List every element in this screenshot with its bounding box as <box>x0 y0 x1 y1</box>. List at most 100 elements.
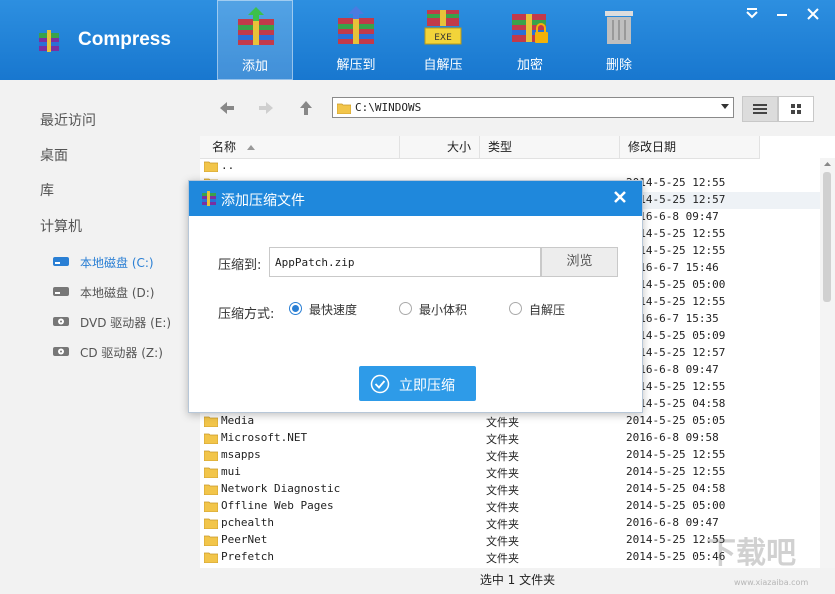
file-type: 文件夹 <box>486 501 519 514</box>
watermark-url: www.xiazaiba.com <box>734 578 809 587</box>
file-name: .. <box>221 159 235 172</box>
browse-button[interactable]: 浏览 <box>541 247 618 277</box>
app-logo-icon <box>39 30 59 52</box>
file-date: 2014-5-25 04:58 <box>626 482 726 495</box>
folder-icon <box>337 103 351 114</box>
address-dropdown-icon[interactable] <box>721 104 729 109</box>
column-name[interactable]: 名称 <box>200 136 400 158</box>
destination-input[interactable]: AppPatch.zip <box>269 247 541 277</box>
file-date: 2014-5-25 12:55 <box>626 465 726 478</box>
file-name: Network Diagnostic <box>221 482 341 495</box>
drive-z-label: CD 驱动器 (Z:) <box>80 346 163 360</box>
file-row[interactable]: Offline Web Pages 文件夹 2014-5-25 05:00 <box>200 498 820 515</box>
compress-now-button[interactable]: 立即压缩 <box>359 366 476 401</box>
folder-icon <box>204 552 218 563</box>
vertical-scrollbar[interactable] <box>820 158 835 568</box>
menu-icon[interactable] <box>744 6 760 22</box>
app-title: Compress <box>78 29 171 50</box>
file-type: 文件夹 <box>486 433 519 446</box>
add-archive-icon <box>238 7 274 45</box>
address-path: C:\WINDOWS <box>355 101 422 114</box>
scrollbar-thumb[interactable] <box>823 172 831 302</box>
file-type: 文件夹 <box>486 467 519 480</box>
dvd-drive-icon <box>53 317 69 326</box>
file-row[interactable]: Microsoft.NET 文件夹 2016-6-8 09:58 <box>200 430 820 447</box>
sidebar-item-computer[interactable]: 计算机 <box>40 216 82 236</box>
file-row[interactable]: msapps 文件夹 2014-5-25 12:55 <box>200 447 820 464</box>
dialog-title-bar: 添加压缩文件 <box>189 181 642 216</box>
file-name: mui <box>221 465 241 478</box>
drive-e-label: DVD 驱动器 (E:) <box>80 316 172 330</box>
file-date: 2014-5-25 05:05 <box>626 414 726 427</box>
address-bar[interactable]: C:\WINDOWS <box>332 97 734 118</box>
dialog-title: 添加压缩文件 <box>221 193 305 209</box>
sort-ascending-icon <box>246 145 255 150</box>
extract-to-label: 解压到 <box>336 58 376 73</box>
file-row[interactable]: mui 文件夹 2014-5-25 12:55 <box>200 464 820 481</box>
extract-to-button[interactable]: 解压到 <box>318 0 394 80</box>
self-extract-label: 自解压 <box>423 58 463 73</box>
encrypt-button[interactable]: 加密 <box>492 0 568 80</box>
navigation-bar: C:\WINDOWS <box>200 80 835 136</box>
folder-icon <box>204 518 218 529</box>
delete-label: 删除 <box>605 58 632 73</box>
svg-text:EXE: EXE <box>434 33 452 43</box>
add-archive-dialog: 添加压缩文件 压缩到: AppPatch.zip 浏览 压缩方式: 最快速度 最… <box>188 180 643 413</box>
column-type[interactable]: 类型 <box>480 136 620 158</box>
file-row[interactable]: Network Diagnostic 文件夹 2014-5-25 04:58 <box>200 481 820 498</box>
close-icon[interactable] <box>805 6 821 22</box>
file-name: Prefetch <box>221 550 274 563</box>
folder-icon <box>204 484 218 495</box>
file-type: 文件夹 <box>486 416 519 429</box>
file-date: 2014-5-25 12:55 <box>626 448 726 461</box>
forward-arrow-icon[interactable] <box>256 98 276 118</box>
sidebar-item-recent[interactable]: 最近访问 <box>40 110 96 130</box>
radio-dot <box>289 302 302 315</box>
column-date[interactable]: 修改日期 <box>620 136 760 158</box>
file-name: Microsoft.NET <box>221 431 308 444</box>
folder-icon <box>204 467 218 478</box>
top-toolbar: Compress 添加 解压到 EXE 自解压 加密 删除 <box>0 0 835 80</box>
file-row[interactable]: .. <box>200 158 820 175</box>
folder-icon <box>204 450 218 461</box>
add-button-label: 添加 <box>241 59 268 74</box>
delete-button[interactable]: 删除 <box>581 0 657 80</box>
minimize-icon[interactable] <box>774 6 790 22</box>
scroll-up-icon[interactable] <box>820 159 835 169</box>
add-button[interactable]: 添加 <box>217 0 293 80</box>
self-extract-button[interactable]: EXE 自解压 <box>405 0 481 80</box>
file-type: 文件夹 <box>486 484 519 497</box>
check-circle-icon <box>370 374 390 394</box>
sidebar: 最近访问 桌面 库 计算机 本地磁盘 (C:) 本地磁盘 (D:) DVD 驱动… <box>0 80 200 594</box>
file-type: 文件夹 <box>486 535 519 548</box>
up-arrow-icon[interactable] <box>296 98 316 118</box>
list-view-button[interactable] <box>742 96 778 122</box>
file-name: Offline Web Pages <box>221 499 334 512</box>
column-header: 名称 大小 类型 修改日期 <box>200 136 760 159</box>
list-view-icon <box>753 104 767 114</box>
extract-to-icon <box>338 6 374 44</box>
hard-disk-icon <box>53 287 69 296</box>
sidebar-item-library[interactable]: 库 <box>40 180 54 200</box>
file-type: 文件夹 <box>486 450 519 463</box>
file-name: Media <box>221 414 255 427</box>
dialog-close-icon[interactable] <box>610 187 630 207</box>
hard-disk-icon <box>53 257 69 266</box>
grid-view-icon <box>791 104 801 114</box>
sidebar-item-desktop[interactable]: 桌面 <box>40 145 68 165</box>
cd-drive-icon <box>53 347 69 356</box>
file-row[interactable]: Media 文件夹 2014-5-25 05:05 <box>200 413 820 430</box>
method-label: 压缩方式: <box>218 307 275 322</box>
folder-icon <box>204 501 218 512</box>
file-date: 2014-5-25 05:00 <box>626 499 726 512</box>
back-arrow-icon[interactable] <box>217 98 237 118</box>
file-name: pchealth <box>221 516 274 529</box>
grid-view-button[interactable] <box>778 96 814 122</box>
file-date: 2016-6-8 09:58 <box>626 431 719 444</box>
file-date: 2016-6-8 09:47 <box>626 516 719 529</box>
folder-icon <box>204 161 218 172</box>
column-size[interactable]: 大小 <box>400 136 480 158</box>
file-type: 文件夹 <box>486 552 519 565</box>
destination-value: AppPatch.zip <box>275 256 355 269</box>
encrypt-label: 加密 <box>516 58 543 73</box>
